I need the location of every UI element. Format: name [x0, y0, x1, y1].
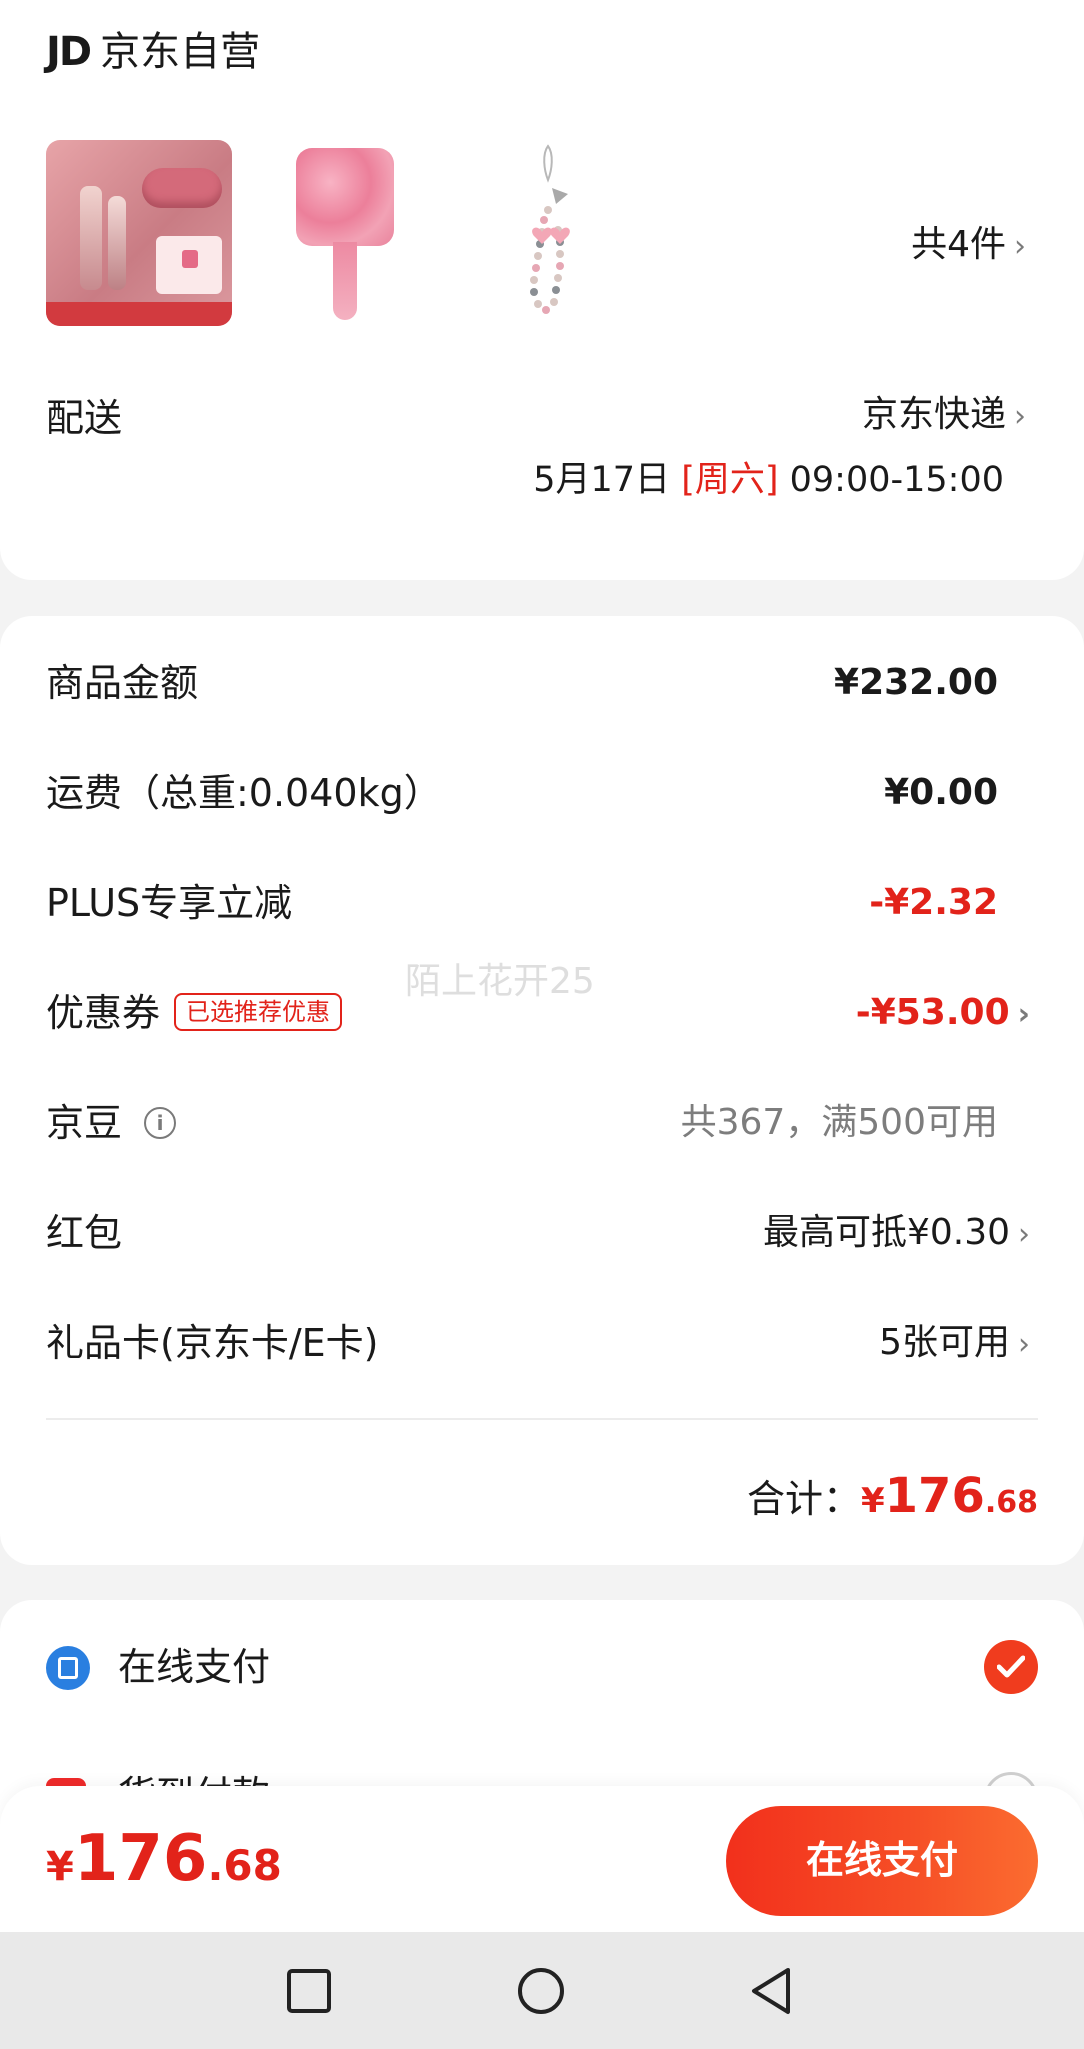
total-label: 合计： — [746, 1477, 861, 1521]
shipping-label: 运费（总重:0.040kg） — [46, 771, 442, 815]
red-packet-label: 红包 — [46, 1211, 123, 1255]
divider — [46, 1418, 1038, 1420]
red-packet-link[interactable]: 最高可抵¥0.30 › — [763, 1208, 1030, 1260]
shipping-value: ¥0.00 — [884, 772, 998, 813]
jd-logo: JD — [46, 29, 92, 75]
chevron-right-icon: › — [1017, 997, 1030, 1032]
shop-title[interactable]: JD 京东自营 — [46, 26, 260, 78]
watermark: 陌上花开25 — [405, 961, 595, 1002]
back-icon[interactable] — [748, 1966, 794, 2016]
gift-mirror-preview — [156, 236, 222, 294]
goods-amount-value: ¥232.00 — [834, 662, 998, 703]
delivery-method-link[interactable]: 京东快递 › — [862, 390, 1026, 442]
mirror-head — [296, 148, 394, 246]
chevron-right-icon: › — [1018, 1327, 1030, 1362]
online-pay-button[interactable]: 在线支付 — [726, 1806, 1038, 1916]
lips-image — [142, 168, 222, 208]
red-packet-value: 最高可抵¥0.30 — [762, 1212, 1010, 1253]
price-band — [46, 302, 232, 326]
delivery-time-range: 09:00-15:00 — [789, 460, 1004, 500]
delivery-label: 配送 — [46, 396, 123, 440]
jingdou-label: 京豆 — [46, 1101, 123, 1145]
online-pay-icon — [46, 1646, 90, 1690]
delivery-weekday: [周六] — [681, 460, 779, 500]
lipstick-tube — [80, 186, 102, 290]
lipstick-tube — [108, 196, 126, 290]
chevron-right-icon: › — [1014, 399, 1026, 434]
gift-card-link[interactable]: 5张可用 › — [879, 1318, 1030, 1370]
product-thumbnail-phone-charm[interactable] — [504, 140, 690, 326]
recent-apps-icon[interactable] — [286, 1968, 332, 2014]
coupon-value: -¥53.00 — [855, 992, 1010, 1033]
product-thumbnail-lipstick[interactable] — [46, 140, 232, 326]
total-integer: 176 — [884, 1468, 985, 1524]
coupon-recommended-tag: 已选推荐优惠 — [174, 992, 343, 1031]
plus-discount-label: PLUS专享立减 — [46, 881, 293, 925]
total-amount: ¥176.68 — [860, 1468, 1038, 1524]
checkout-amount: ¥176.68 — [46, 1822, 282, 1896]
checkout-decimal: .68 — [207, 1841, 282, 1890]
delivery-date: 5月17日 — [533, 460, 671, 500]
coupon-value-link[interactable]: -¥53.00 › — [856, 988, 1030, 1040]
plus-discount-value: -¥2.32 — [869, 882, 998, 923]
home-icon[interactable] — [516, 1966, 566, 2016]
chevron-right-icon: › — [1018, 1217, 1030, 1252]
gift-card-value: 5张可用 — [879, 1322, 1010, 1363]
total-decimal: .68 — [984, 1485, 1038, 1520]
online-pay-option[interactable]: 在线支付 — [118, 1640, 270, 1694]
info-icon[interactable]: i — [144, 1106, 177, 1139]
system-nav-bar — [0, 1932, 1084, 2049]
jingdou-value: 共367，满500可用 — [680, 1102, 998, 1143]
checkout-currency: ¥ — [46, 1844, 74, 1890]
gift-card-label: 礼品卡(京东卡/E卡) — [46, 1321, 379, 1365]
coupon-label: 优惠券 — [46, 991, 161, 1035]
item-count: 共4件 — [911, 224, 1006, 265]
order-total: 合计：¥176.68 — [747, 1466, 1038, 1533]
mirror-handle — [333, 242, 357, 320]
fees-card: 商品金额 ¥232.00 运费（总重:0.040kg） ¥0.00 PLUS专享… — [0, 616, 1084, 1565]
product-thumbnail-mirror[interactable] — [284, 140, 470, 326]
checkout-integer: 176 — [73, 1822, 208, 1896]
jingdou-row: 京豆 i — [46, 1098, 177, 1148]
coupon-row[interactable]: 优惠券 已选推荐优惠 — [46, 988, 343, 1038]
mirror-image — [288, 140, 408, 326]
selected-check-icon[interactable] — [984, 1640, 1038, 1694]
shop-name: 京东自营 — [100, 29, 261, 75]
delivery-time[interactable]: 5月17日 [周六] 09:00-15:00 — [533, 455, 1004, 505]
goods-amount-label: 商品金额 — [46, 661, 199, 705]
total-currency: ¥ — [860, 1481, 885, 1521]
chevron-right-icon: › — [1014, 229, 1026, 264]
delivery-method: 京东快递 — [861, 394, 1006, 435]
shop-card: JD 京东自营 共4件 › 配送 京东快递 › 5月17日 [周六] 09:00… — [0, 0, 1084, 580]
item-count-link[interactable]: 共4件 › — [911, 220, 1026, 272]
phone-charm-image — [530, 144, 570, 314]
